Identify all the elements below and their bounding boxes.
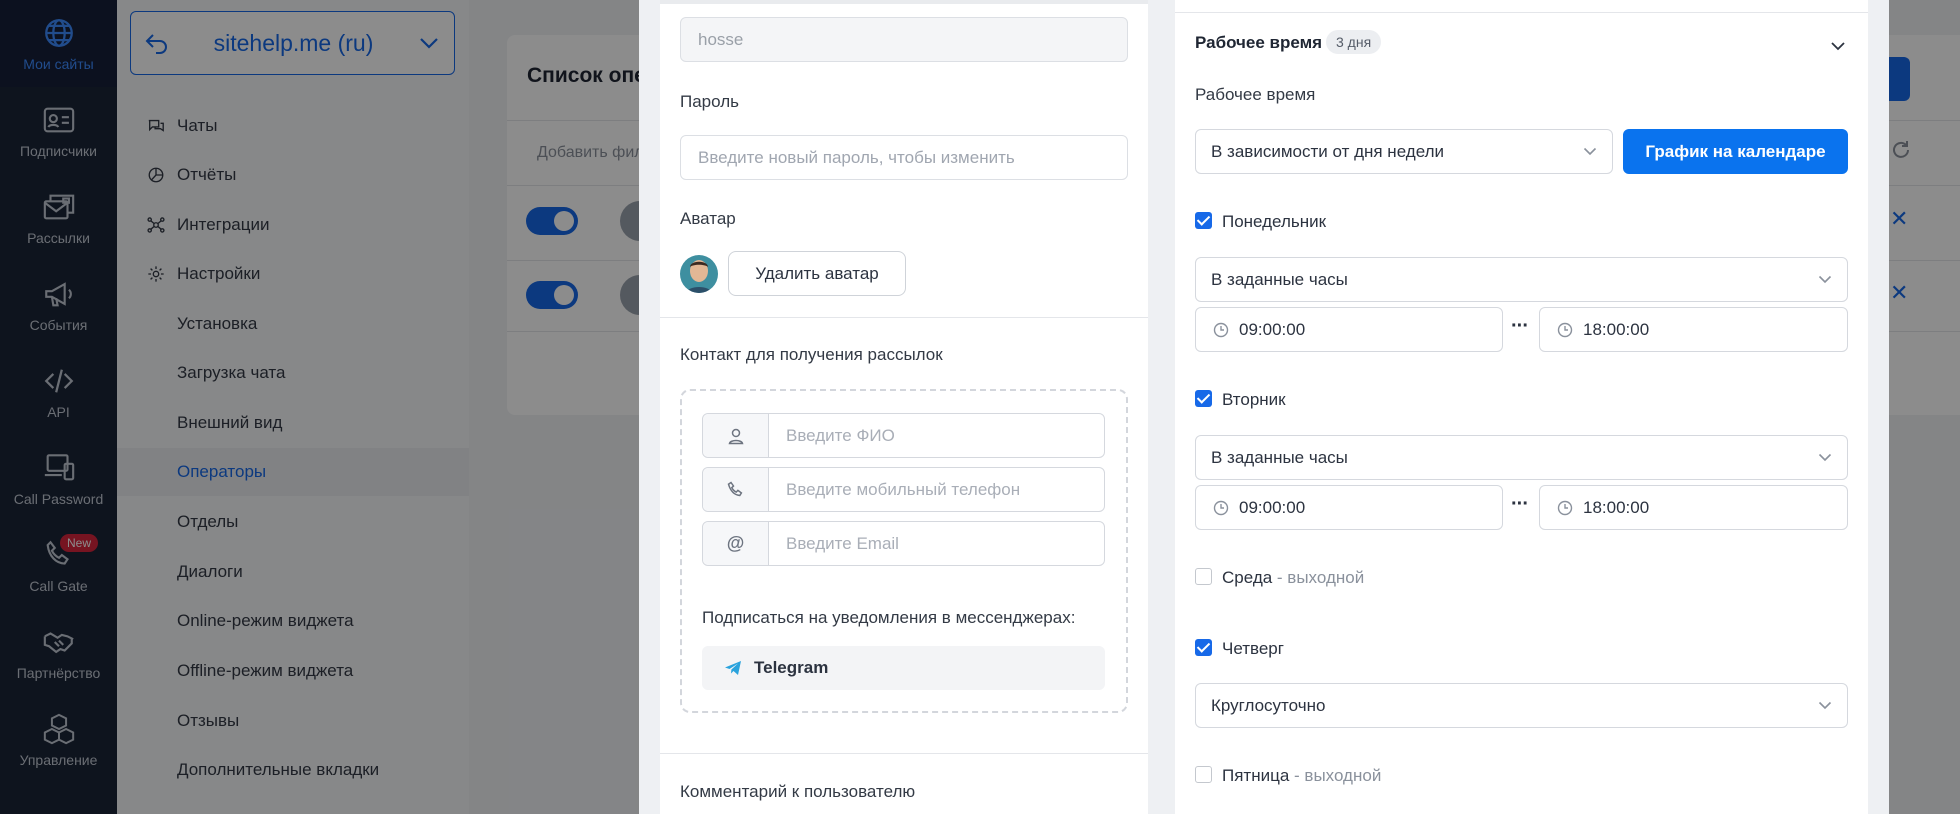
monday-mode-value: В заданные часы — [1211, 269, 1348, 289]
range-separator: ··· — [1511, 315, 1529, 337]
clock-icon — [1557, 322, 1573, 337]
user-icon — [703, 414, 769, 457]
day-off-note: - выходной — [1294, 766, 1382, 785]
subscribe-label: Подписаться на уведомления в мессенджера… — [702, 608, 1076, 627]
schedule-mode-value: В зависимости от дня недели — [1211, 141, 1445, 161]
avatar — [680, 255, 718, 293]
days-badge: 3 дня — [1326, 30, 1382, 54]
monday-label: Понедельник — [1222, 212, 1327, 231]
thursday-mode-value: Круглосуточно — [1211, 695, 1326, 715]
comment-label: Комментарий к пользователю — [680, 782, 916, 801]
wednesday-name: Среда — [1222, 568, 1273, 587]
telegram-button[interactable]: Telegram — [702, 646, 1105, 690]
password-label: Пароль — [680, 92, 739, 111]
remove-avatar-button[interactable]: Удалить аватар — [728, 251, 906, 296]
telegram-icon — [725, 661, 741, 675]
telegram-label: Telegram — [754, 658, 829, 677]
tuesday-from-input[interactable]: 09:00:00 — [1195, 485, 1503, 530]
password-placeholder: Введите новый пароль, чтобы изменить — [698, 147, 1015, 167]
tuesday-mode-value: В заданные часы — [1211, 447, 1348, 467]
monday-from-input[interactable]: 09:00:00 — [1195, 307, 1503, 352]
monday-to-input[interactable]: 18:00:00 — [1539, 307, 1848, 352]
monday-checkbox[interactable] — [1195, 212, 1212, 229]
name-field[interactable]: Введите ФИО — [702, 413, 1105, 458]
schedule-mode-select[interactable]: В зависимости от дня недели — [1195, 129, 1613, 174]
tuesday-to-value: 18:00:00 — [1583, 497, 1650, 517]
panel-top-edge — [660, 0, 1148, 4]
friday-label: Пятница - выходной — [1222, 766, 1381, 786]
email-placeholder: Введите Email — [786, 533, 899, 553]
tuesday-mode-select[interactable]: В заданные часы — [1195, 435, 1848, 480]
phone-field[interactable]: Введите мобильный телефон — [702, 467, 1105, 512]
section-divider — [660, 317, 1148, 318]
tuesday-from-value: 09:00:00 — [1239, 497, 1306, 517]
monday-to-value: 18:00:00 — [1583, 319, 1650, 339]
chevron-down-icon — [1818, 701, 1832, 710]
login-value: hosse — [698, 29, 744, 49]
monday-from-value: 09:00:00 — [1239, 319, 1306, 339]
tuesday-checkbox[interactable] — [1195, 390, 1212, 407]
login-input[interactable]: hosse — [680, 17, 1128, 62]
thursday-label: Четверг — [1222, 639, 1284, 658]
friday-checkbox[interactable] — [1195, 766, 1212, 783]
thursday-checkbox[interactable] — [1195, 639, 1212, 656]
chevron-down-icon — [1583, 147, 1597, 156]
thursday-mode-select[interactable]: Круглосуточно — [1195, 683, 1848, 728]
avatar-label: Аватар — [680, 209, 736, 228]
password-input[interactable]: Введите новый пароль, чтобы изменить — [680, 135, 1128, 180]
friday-name: Пятница — [1222, 766, 1290, 785]
tuesday-label: Вторник — [1222, 390, 1286, 409]
panel-top-edge — [1175, 0, 1868, 13]
email-field[interactable]: @ Введите Email — [702, 521, 1105, 566]
section-divider — [660, 753, 1148, 754]
calendar-schedule-button[interactable]: График на календаре — [1623, 129, 1848, 174]
chevron-down-icon — [1818, 275, 1832, 284]
contact-label: Контакт для получения рассылок — [680, 345, 943, 364]
chevron-down-icon — [1818, 453, 1832, 462]
schedule-label: Рабочее время — [1195, 85, 1316, 104]
wednesday-label: Среда - выходной — [1222, 568, 1364, 588]
phone-icon — [703, 468, 769, 511]
range-separator: ··· — [1511, 493, 1529, 515]
chevron-down-icon[interactable] — [1830, 36, 1846, 56]
schedule-header[interactable]: Рабочее время — [1195, 33, 1322, 53]
name-placeholder: Введите ФИО — [786, 425, 895, 445]
wednesday-checkbox[interactable] — [1195, 568, 1212, 585]
tuesday-to-input[interactable]: 18:00:00 — [1539, 485, 1848, 530]
clock-icon — [1213, 500, 1229, 515]
at-icon: @ — [703, 522, 769, 565]
clock-icon — [1213, 322, 1229, 337]
monday-mode-select[interactable]: В заданные часы — [1195, 257, 1848, 302]
clock-icon — [1557, 500, 1573, 515]
phone-placeholder: Введите мобильный телефон — [786, 479, 1021, 499]
day-off-note: - выходной — [1276, 568, 1365, 587]
